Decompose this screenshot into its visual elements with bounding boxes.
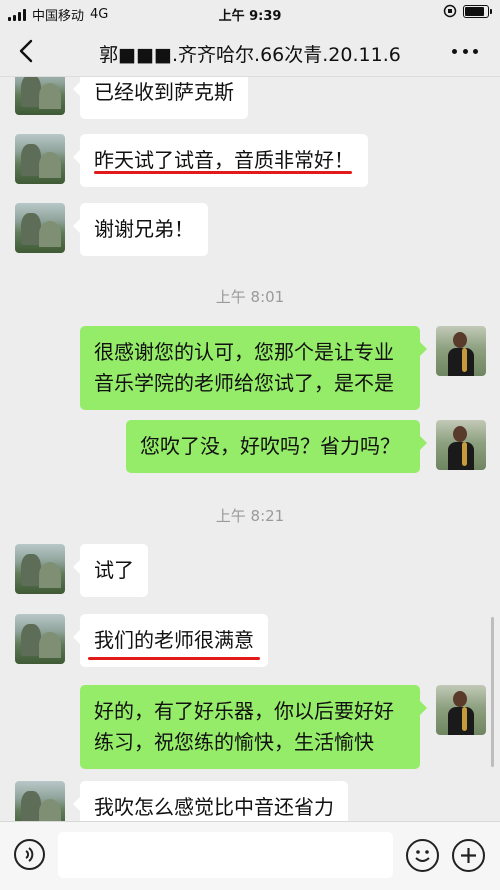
message-text: 昨天试了试音，音质非常好！	[94, 148, 354, 172]
message-text: 已经收到萨克斯	[94, 80, 234, 104]
message-input[interactable]	[58, 832, 393, 878]
message-bubble-incoming[interactable]: 我吹怎么感觉比中音还省力	[73, 781, 348, 821]
chat-title: 郭■■■.齐齐哈尔.66次青.20.11.6	[99, 44, 401, 66]
timestamp: 上午 8:21	[215, 507, 285, 525]
contact-avatar[interactable]	[15, 614, 65, 664]
status-right	[443, 4, 492, 18]
scrollbar[interactable]	[491, 617, 494, 767]
plus-icon[interactable]	[452, 839, 485, 872]
contact-avatar[interactable]	[15, 77, 65, 115]
voice-waves-icon	[25, 847, 34, 862]
message-bubble-incoming[interactable]: 已经收到萨克斯	[73, 77, 248, 119]
more-icon[interactable]	[452, 40, 478, 62]
message-text: 很感谢您的认可，您那个是让专业音乐学院的老师给您试了，是不是	[94, 340, 394, 395]
contact-avatar[interactable]	[15, 203, 65, 253]
red-underline-annotation	[88, 657, 260, 660]
timestamp: 上午 8:01	[215, 288, 285, 306]
saxophone-image	[462, 442, 467, 466]
orientation-lock-icon	[443, 4, 457, 18]
smiley-face-icon	[415, 850, 430, 862]
message-bubble-outgoing[interactable]: 您吹了没，好吹吗？省力吗？	[126, 420, 427, 473]
message-bubble-outgoing[interactable]: 好的，有了好乐器，你以后要好好练习，祝您练的愉快，生活愉快	[80, 685, 427, 769]
saxophone-image	[462, 348, 467, 372]
emoji-icon[interactable]	[406, 839, 439, 872]
chat-header: 郭■■■.齐齐哈尔.66次青.20.11.6	[0, 26, 500, 77]
contact-avatar[interactable]	[15, 134, 65, 184]
message-text: 您吹了没，好吹吗？省力吗？	[140, 434, 400, 458]
chat-area[interactable]: 已经收到萨克斯 昨天试了试音，音质非常好！ 谢谢兄弟！ 上午 8:01 很感谢您…	[0, 77, 500, 821]
battery-icon	[463, 4, 489, 18]
my-avatar[interactable]	[436, 685, 486, 735]
status-bar: 中国移动 4G 上午 9:39	[0, 0, 500, 26]
my-avatar[interactable]	[436, 326, 486, 376]
plus-sign-icon	[461, 848, 476, 863]
red-underline-annotation	[94, 171, 352, 174]
input-bar	[0, 821, 500, 890]
message-text: 试了	[94, 558, 134, 582]
message-text: 好的，有了好乐器，你以后要好好练习，祝您练的愉快，生活愉快	[94, 699, 394, 754]
voice-icon[interactable]	[14, 839, 45, 870]
clock: 上午 9:39	[218, 9, 282, 24]
message-bubble-incoming[interactable]: 谢谢兄弟！	[73, 203, 208, 256]
my-avatar[interactable]	[436, 420, 486, 470]
saxophone-image	[462, 707, 467, 731]
message-bubble-outgoing[interactable]: 很感谢您的认可，您那个是让专业音乐学院的老师给您试了，是不是	[80, 326, 427, 410]
message-bubble-incoming[interactable]: 昨天试了试音，音质非常好！	[73, 134, 368, 187]
message-text: 我们的老师很满意	[94, 628, 254, 652]
message-bubble-incoming[interactable]: 试了	[73, 544, 148, 597]
battery-tip	[490, 8, 492, 14]
contact-avatar[interactable]	[15, 781, 65, 821]
message-text: 我吹怎么感觉比中音还省力	[94, 795, 334, 819]
message-text: 谢谢兄弟！	[94, 217, 194, 241]
contact-avatar[interactable]	[15, 544, 65, 594]
